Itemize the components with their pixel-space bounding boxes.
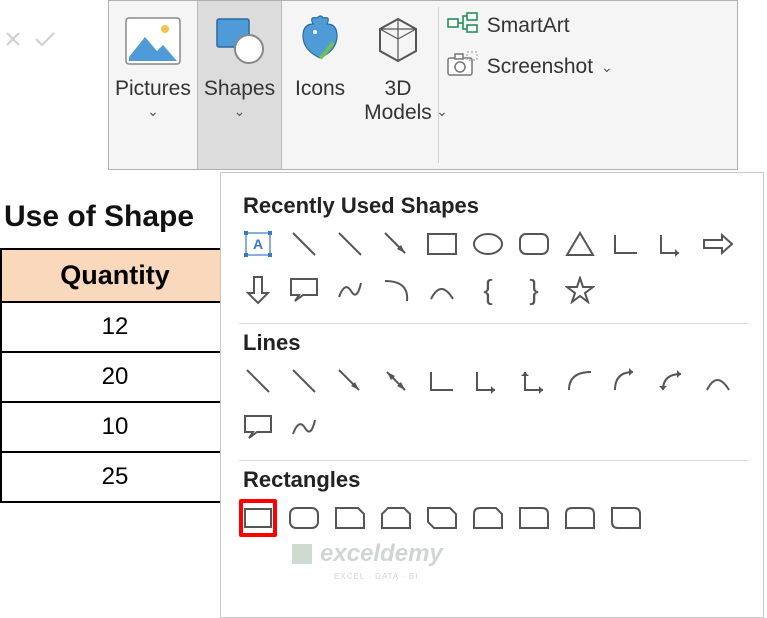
shapes-dropdown-panel: Recently Used Shapes A { } Lines bbox=[220, 172, 764, 618]
svg-text:}: } bbox=[529, 275, 538, 305]
quantity-table: Quantity 12 20 10 25 bbox=[0, 248, 230, 503]
shape-textbox[interactable]: A bbox=[239, 225, 277, 263]
screenshot-button[interactable]: Screenshot ⌄ bbox=[447, 51, 613, 83]
divider bbox=[239, 323, 749, 324]
shape-brace-right[interactable]: } bbox=[515, 271, 553, 309]
shape-line[interactable] bbox=[239, 362, 277, 400]
chevron-down-icon: ⌄ bbox=[147, 103, 159, 120]
3d-models-label: 3D Models bbox=[364, 77, 432, 125]
3d-models-icon bbox=[366, 11, 430, 71]
table-cell[interactable]: 25 bbox=[1, 452, 229, 502]
shape-snip-single[interactable] bbox=[331, 499, 369, 537]
shape-elbow[interactable] bbox=[607, 225, 645, 263]
shape-rounded-rect[interactable] bbox=[515, 225, 553, 263]
shape-rectangle[interactable] bbox=[423, 225, 461, 263]
icons-button[interactable]: Icons bbox=[282, 1, 358, 169]
shape-elbow[interactable] bbox=[423, 362, 461, 400]
recent-shapes-row: A { } bbox=[239, 225, 757, 309]
shape-line[interactable] bbox=[285, 225, 323, 263]
table-cell[interactable]: 12 bbox=[1, 302, 229, 352]
confirm-icon bbox=[34, 30, 56, 54]
column-header[interactable]: Quantity bbox=[1, 249, 229, 302]
shape-elbow-arrow[interactable] bbox=[653, 225, 691, 263]
shape-snip-round[interactable] bbox=[469, 499, 507, 537]
sheet-title: Use of Shape bbox=[0, 176, 230, 248]
shape-curved-arrow[interactable] bbox=[607, 362, 645, 400]
shape-callout[interactable] bbox=[285, 271, 323, 309]
icons-icon bbox=[288, 11, 352, 71]
shape-arrow-line[interactable] bbox=[331, 362, 369, 400]
shapes-icon bbox=[207, 11, 271, 71]
ribbon-illustrations-group: Pictures ⌄ Shapes ⌄ Icons bbox=[108, 0, 738, 170]
table-cell[interactable]: 10 bbox=[1, 402, 229, 452]
screenshot-icon bbox=[447, 51, 479, 83]
shape-snip-diag[interactable] bbox=[423, 499, 461, 537]
shape-round-same[interactable] bbox=[561, 499, 599, 537]
shape-down-arrow[interactable] bbox=[239, 271, 277, 309]
section-title-recent: Recently Used Shapes bbox=[243, 193, 757, 219]
shapes-button[interactable]: Shapes ⌄ bbox=[197, 1, 282, 169]
shape-line[interactable] bbox=[331, 225, 369, 263]
shape-arrow-line[interactable] bbox=[377, 225, 415, 263]
pictures-icon bbox=[121, 11, 185, 71]
section-title-rectangles: Rectangles bbox=[243, 467, 757, 493]
shape-round-diag[interactable] bbox=[607, 499, 645, 537]
table-cell[interactable]: 20 bbox=[1, 352, 229, 402]
shape-arc[interactable] bbox=[377, 271, 415, 309]
pictures-button[interactable]: Pictures ⌄ bbox=[109, 1, 197, 169]
svg-text:{: { bbox=[483, 275, 492, 305]
chevron-down-icon: ⌄ bbox=[436, 103, 448, 120]
chevron-down-icon: ⌄ bbox=[601, 59, 613, 76]
shape-line[interactable] bbox=[285, 362, 323, 400]
rectangles-shapes-row bbox=[239, 499, 757, 537]
section-title-lines: Lines bbox=[243, 330, 757, 356]
lines-shapes-row bbox=[239, 362, 757, 446]
shape-curve[interactable] bbox=[699, 362, 737, 400]
shape-curved[interactable] bbox=[561, 362, 599, 400]
shape-scribble[interactable] bbox=[285, 408, 323, 446]
svg-text:A: A bbox=[253, 236, 263, 252]
shapes-label: Shapes bbox=[204, 77, 275, 101]
cancel-icon bbox=[4, 30, 22, 54]
shape-freeform[interactable] bbox=[239, 408, 277, 446]
smartart-label: SmartArt bbox=[487, 14, 570, 38]
shape-elbow-double[interactable] bbox=[515, 362, 553, 400]
shape-elbow-arrow[interactable] bbox=[469, 362, 507, 400]
3d-models-button[interactable]: 3D Models ⌄ bbox=[358, 1, 438, 169]
shape-curve[interactable] bbox=[423, 271, 461, 309]
shape-scribble[interactable] bbox=[331, 271, 369, 309]
shape-double-arrow[interactable] bbox=[377, 362, 415, 400]
smartart-button[interactable]: SmartArt bbox=[447, 11, 613, 41]
icons-label: Icons bbox=[295, 77, 345, 101]
shape-rounded-rect[interactable] bbox=[285, 499, 323, 537]
shape-star[interactable] bbox=[561, 271, 599, 309]
smartart-icon bbox=[447, 11, 479, 41]
shape-curved-double[interactable] bbox=[653, 362, 691, 400]
shape-triangle[interactable] bbox=[561, 225, 599, 263]
shape-round-single[interactable] bbox=[515, 499, 553, 537]
shape-brace-left[interactable]: { bbox=[469, 271, 507, 309]
shape-snip-same[interactable] bbox=[377, 499, 415, 537]
screenshot-label: Screenshot bbox=[487, 55, 593, 79]
chevron-down-icon: ⌄ bbox=[234, 103, 246, 120]
ribbon-right-group: SmartArt Screenshot ⌄ bbox=[439, 1, 621, 169]
divider bbox=[239, 460, 749, 461]
formula-bar-buttons bbox=[0, 12, 108, 72]
shape-oval[interactable] bbox=[469, 225, 507, 263]
pictures-label: Pictures bbox=[115, 77, 191, 101]
shape-rectangle[interactable] bbox=[239, 499, 277, 537]
shape-block-arrow[interactable] bbox=[699, 225, 737, 263]
worksheet-area: Use of Shape Quantity 12 20 10 25 bbox=[0, 176, 230, 503]
